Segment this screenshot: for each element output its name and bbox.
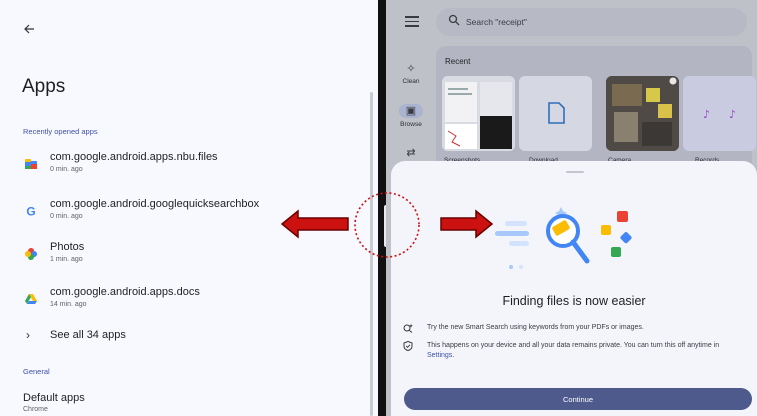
recent-apps-section-label: Recently opened apps xyxy=(23,127,98,136)
google-app-icon: G xyxy=(26,205,35,219)
music-note-icon: ♪ ♪ xyxy=(703,108,736,121)
smart-search-icon xyxy=(403,324,413,333)
rail-item-browse[interactable]: ▣ Browse xyxy=(386,104,436,142)
app-name: com.google.android.googlequicksearchbox xyxy=(50,198,260,210)
sheet-drag-handle[interactable] xyxy=(566,171,584,173)
photos-app-icon xyxy=(25,248,37,260)
smart-search-illustration xyxy=(495,207,632,269)
chevron-right-icon: › xyxy=(26,328,30,342)
camera-photo-thumbnail xyxy=(606,76,679,151)
continue-button[interactable]: Continue xyxy=(404,388,752,410)
menu-icon-bar xyxy=(405,25,419,27)
rail-item-clean[interactable]: ✧ Clean xyxy=(386,62,436,100)
shield-check-icon xyxy=(403,341,413,351)
sheet-title: Finding files is now easier xyxy=(502,294,646,308)
svg-text:G: G xyxy=(26,205,35,219)
privacy-description: This happens on your device and all your… xyxy=(427,341,747,361)
document-icon xyxy=(548,102,565,124)
recent-item-download[interactable] xyxy=(519,76,592,151)
browse-folder-icon: ▣ xyxy=(399,104,423,118)
settings-pane: Apps Recently opened apps com.google.and… xyxy=(0,0,378,416)
recent-item-screenshots[interactable] xyxy=(442,76,515,151)
app-name: com.google.android.apps.nbu.files xyxy=(50,151,218,163)
general-section-label: General xyxy=(23,367,50,376)
recent-app-row[interactable]: com.google.android.apps.nbu.files 0 min.… xyxy=(0,147,378,187)
drive-app-icon xyxy=(25,294,37,304)
search-input[interactable] xyxy=(466,14,726,30)
svg-text:♪: ♪ xyxy=(703,108,710,121)
privacy-text: This happens on your device and all your… xyxy=(427,342,720,349)
menu-icon-bar xyxy=(405,20,419,23)
privacy-text-end: . xyxy=(452,352,455,359)
recent-app-row[interactable]: com.google.android.apps.docs 14 min. ago xyxy=(0,282,378,322)
search-icon xyxy=(448,14,460,26)
recent-app-row[interactable]: Photos 1 min. ago xyxy=(0,237,378,277)
see-all-apps-row[interactable]: › See all 34 apps xyxy=(0,322,378,350)
rail-item-label: Clean xyxy=(402,78,420,85)
recent-app-row[interactable]: G com.google.android.googlequicksearchbo… xyxy=(0,194,378,234)
page-title: Apps xyxy=(22,76,66,97)
recent-section: Recent ♪ ♪ xyxy=(436,46,756,176)
smart-search-description: Try the new Smart Search using keywords … xyxy=(427,324,644,331)
rail-item-label: Browse xyxy=(400,121,422,128)
screenshot-thumbnail xyxy=(442,76,515,151)
search-bar[interactable] xyxy=(436,8,747,36)
menu-icon xyxy=(405,16,419,18)
default-apps-row[interactable]: Default apps Chrome xyxy=(0,388,378,416)
smart-search-bottom-sheet: Finding files is now easier Try the new … xyxy=(391,161,757,416)
app-last-opened: 0 min. ago xyxy=(50,166,83,173)
app-name: com.google.android.apps.docs xyxy=(50,286,200,298)
default-apps-value: Chrome xyxy=(23,406,48,413)
swap-icon: ⇄ xyxy=(406,147,416,159)
app-last-opened: 1 min. ago xyxy=(50,256,83,263)
sparkle-icon: ✧ xyxy=(406,63,416,75)
scrollbar[interactable] xyxy=(370,92,373,416)
app-last-opened: 14 min. ago xyxy=(50,301,87,308)
files-app-icon xyxy=(25,159,37,169)
settings-link[interactable]: Settings xyxy=(427,352,452,359)
default-apps-label: Default apps xyxy=(23,392,85,404)
menu-button[interactable] xyxy=(405,16,419,30)
recent-item-camera[interactable] xyxy=(606,76,679,151)
app-last-opened: 0 min. ago xyxy=(50,213,83,220)
recent-item-records[interactable]: ♪ ♪ xyxy=(683,76,756,151)
svg-text:♪: ♪ xyxy=(729,108,736,121)
see-all-apps-label: See all 34 apps xyxy=(50,329,126,341)
recent-title: Recent xyxy=(445,57,471,66)
arrow-back-icon xyxy=(24,24,34,34)
app-name: Photos xyxy=(50,241,85,253)
back-button[interactable] xyxy=(20,18,42,40)
